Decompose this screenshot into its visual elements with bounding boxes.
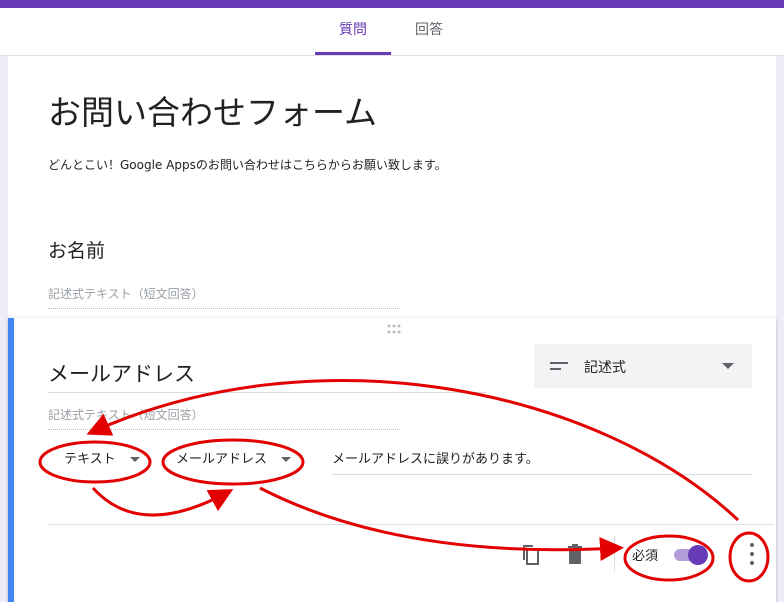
form-title[interactable]: お問い合わせフォーム	[48, 86, 377, 134]
card-footer-divider	[48, 524, 774, 525]
tab-questions-label: 質問	[339, 22, 367, 38]
question-card-email[interactable]: メールアドレス 記述式 記述式テキスト（短文回答） テキスト メールアドレス メ…	[8, 318, 776, 602]
tab-active-indicator	[315, 52, 391, 55]
validation-condition-label: メールアドレス	[176, 452, 268, 467]
theme-bar	[0, 0, 784, 8]
form-editor: お問い合わせフォーム どんとこい！Google Appsのお問い合わせはこちらか…	[8, 56, 776, 602]
required-label: 必須	[632, 549, 659, 564]
tab-responses-label: 回答	[415, 22, 443, 38]
question-title-email[interactable]: メールアドレス	[48, 358, 486, 393]
short-answer-icon	[550, 360, 568, 372]
question-type-dropdown[interactable]: 記述式	[534, 344, 752, 388]
validation-condition-dropdown[interactable]: メールアドレス	[176, 448, 292, 472]
question-type-label: 記述式	[584, 360, 626, 376]
chevron-down-icon	[281, 457, 292, 462]
question-title-name[interactable]: お名前	[48, 236, 105, 263]
trash-icon[interactable]	[566, 544, 584, 566]
short-answer-placeholder: 記述式テキスト（短文回答）	[48, 406, 400, 430]
copy-icon[interactable]	[520, 544, 540, 566]
tabs-bar: 質問 回答	[0, 8, 784, 56]
drag-handle-icon[interactable]	[387, 324, 407, 336]
toggle-knob	[688, 545, 708, 565]
chevron-down-icon	[722, 363, 734, 369]
form-header-card: お問い合わせフォーム どんとこい！Google Appsのお問い合わせはこちらか…	[8, 56, 776, 318]
required-toggle[interactable]	[672, 545, 708, 565]
validation-type-dropdown[interactable]: テキスト	[64, 448, 140, 472]
tab-questions[interactable]: 質問	[315, 8, 391, 55]
tab-responses[interactable]: 回答	[400, 8, 458, 55]
footer-separator	[614, 536, 615, 572]
validation-type-label: テキスト	[64, 452, 116, 467]
chevron-down-icon	[129, 457, 140, 462]
short-answer-placeholder: 記述式テキスト（短文回答）	[48, 285, 400, 309]
more-vert-icon[interactable]	[745, 540, 759, 568]
form-description[interactable]: どんとこい！Google Appsのお問い合わせはこちらからお願い致します。	[48, 156, 447, 173]
validation-error-input[interactable]: メールアドレスに誤りがあります。	[332, 448, 752, 475]
